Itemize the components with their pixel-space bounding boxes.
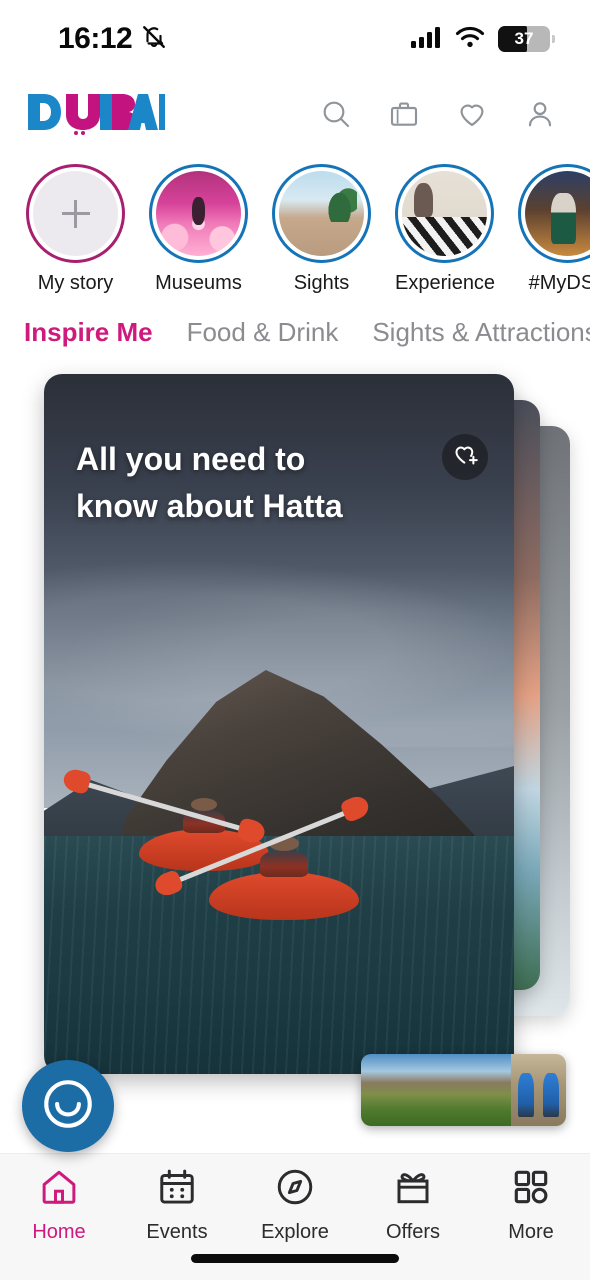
story-image-mydsf xyxy=(525,171,590,256)
story-image-museums xyxy=(156,171,241,256)
hero-card-stack: All you need to know about Hatta xyxy=(0,374,590,1152)
kayaker-body xyxy=(260,849,308,877)
tab-inspire-me[interactable]: Inspire Me xyxy=(24,317,153,348)
bell-slash-icon xyxy=(141,24,167,55)
story-ring xyxy=(149,164,248,263)
tab-food-drink[interactable]: Food & Drink xyxy=(187,317,339,348)
app-header xyxy=(0,78,590,150)
story-experience[interactable]: Experience xyxy=(395,164,496,295)
story-thumb xyxy=(402,171,487,256)
hero-card[interactable]: All you need to know about Hatta xyxy=(44,374,514,1074)
story-label: #MyDSF xyxy=(528,272,590,294)
search-icon[interactable] xyxy=(320,98,352,130)
status-bar-left: 16:12 xyxy=(58,22,167,56)
story-ring xyxy=(518,164,590,263)
story-mydsf[interactable]: #MyDSF xyxy=(518,164,590,295)
grid-icon xyxy=(510,1166,552,1213)
gift-icon xyxy=(392,1166,434,1213)
story-thumb xyxy=(156,171,241,256)
nav-item-events[interactable]: Events xyxy=(118,1166,236,1244)
nav-label: Explore xyxy=(261,1221,329,1243)
stories-row[interactable]: My story Museums Sights Experience #MyDS xyxy=(0,150,590,295)
story-ring xyxy=(26,164,125,263)
story-ring xyxy=(395,164,494,263)
nav-label: More xyxy=(508,1221,554,1243)
story-label: Sights xyxy=(293,272,350,294)
nav-label: Events xyxy=(146,1221,208,1243)
save-to-favourites-button[interactable] xyxy=(442,434,488,480)
story-thumb xyxy=(33,171,118,256)
nav-item-explore[interactable]: Explore xyxy=(236,1166,354,1244)
story-ring xyxy=(272,164,371,263)
story-museums[interactable]: Museums xyxy=(149,164,248,295)
plus-icon xyxy=(61,199,90,228)
hero-title-line-1: All you need to xyxy=(76,441,306,477)
nav-label: Home xyxy=(32,1221,86,1243)
thumb-people[interactable] xyxy=(511,1054,566,1126)
story-label: Experience xyxy=(395,272,496,294)
chat-assistant-button[interactable] xyxy=(22,1060,114,1152)
header-icon-group xyxy=(320,98,556,130)
home-icon xyxy=(38,1166,80,1213)
cellular-bars-icon xyxy=(410,25,442,54)
heart-icon[interactable] xyxy=(456,98,488,130)
story-label: My story xyxy=(37,272,114,294)
nav-label: Offers xyxy=(385,1221,441,1243)
bottom-navigation-bar[interactable]: Home Events Explore Offers More xyxy=(0,1153,590,1280)
home-indicator xyxy=(191,1254,399,1263)
profile-icon[interactable] xyxy=(524,98,556,130)
status-bar: 16:12 37 xyxy=(0,0,590,78)
battery-level: 37 xyxy=(514,29,534,48)
compass-icon xyxy=(274,1166,316,1213)
hero-card-title: All you need to know about Hatta xyxy=(76,436,343,531)
status-bar-right: 37 xyxy=(410,25,555,54)
category-tab-bar[interactable]: Inspire Me Food & Drink Sights & Attract… xyxy=(0,295,590,348)
tab-sights-attractions[interactable]: Sights & Attractions xyxy=(372,317,590,348)
status-time: 16:12 xyxy=(58,22,133,55)
kayaker-head xyxy=(191,797,217,811)
story-my-story[interactable]: My story xyxy=(26,164,125,295)
wifi-icon xyxy=(455,25,485,54)
nav-item-home[interactable]: Home xyxy=(0,1166,118,1244)
heart-plus-icon xyxy=(452,441,479,473)
story-label: Museums xyxy=(155,272,242,294)
story-thumb xyxy=(279,171,364,256)
calendar-icon xyxy=(156,1166,198,1213)
story-image-experience xyxy=(402,171,487,256)
app-root: 16:12 37 My story Museums Sights Experie… xyxy=(0,0,590,1280)
nav-item-more[interactable]: More xyxy=(472,1166,590,1244)
smile-chat-icon xyxy=(39,1075,97,1138)
dubai-logo[interactable] xyxy=(26,88,166,141)
battery-icon: 37 xyxy=(498,26,555,52)
story-thumb xyxy=(525,171,590,256)
briefcase-icon[interactable] xyxy=(388,98,420,130)
nav-item-offers[interactable]: Offers xyxy=(354,1166,472,1244)
hero-title-line-2: know about Hatta xyxy=(76,488,343,525)
story-image-sights xyxy=(279,171,364,256)
story-sights[interactable]: Sights xyxy=(272,164,371,295)
thumb-resort[interactable] xyxy=(361,1054,511,1126)
hero-thumbnail-strip[interactable] xyxy=(361,1054,566,1126)
